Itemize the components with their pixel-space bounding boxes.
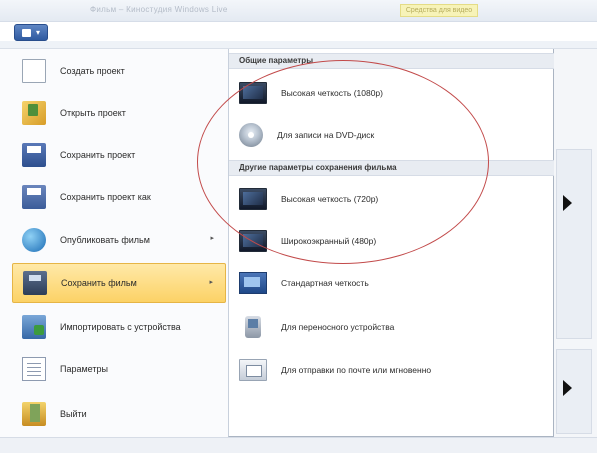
submenu-item-label: Для переносного устройства bbox=[281, 322, 395, 332]
save-project-icon bbox=[22, 143, 46, 167]
monitor-icon bbox=[239, 82, 267, 104]
play-arrow-icon bbox=[563, 195, 572, 211]
background-panel bbox=[556, 349, 592, 434]
submenu-item-portable-device[interactable]: Для переносного устройства bbox=[229, 307, 554, 347]
title-bar: Фильм – Киностудия Windows Live Средства… bbox=[0, 0, 597, 22]
menu-item-exit[interactable]: Выйти bbox=[12, 394, 226, 434]
submenu-item-label: Высокая четкость (720p) bbox=[281, 194, 379, 204]
document-icon bbox=[22, 29, 31, 37]
menu-item-open-project[interactable]: Открыть проект bbox=[12, 93, 226, 133]
submenu-item-label: Высокая четкость (1080p) bbox=[281, 88, 383, 98]
menu-item-label: Открыть проект bbox=[60, 108, 126, 118]
options-icon bbox=[22, 357, 46, 381]
play-arrow-icon bbox=[563, 380, 572, 396]
dvd-icon bbox=[239, 123, 263, 147]
application-menu-button[interactable]: ▾ bbox=[14, 24, 48, 41]
submenu-item-label: Широкоэкранный (480p) bbox=[281, 236, 377, 246]
menu-item-label: Сохранить проект как bbox=[60, 192, 151, 202]
background-workspace bbox=[554, 49, 597, 453]
submenu-item-label: Для записи на DVD-диск bbox=[277, 130, 375, 140]
menu-item-publish-movie[interactable]: Опубликовать фильм ▸ bbox=[12, 220, 226, 260]
save-as-icon bbox=[22, 185, 46, 209]
menu-item-label: Выйти bbox=[60, 409, 87, 419]
menu-item-save-project[interactable]: Сохранить проект bbox=[12, 135, 226, 175]
menu-item-save-movie[interactable]: Сохранить фильм ▸ bbox=[12, 263, 226, 303]
save-movie-icon bbox=[23, 271, 47, 295]
submenu-item-widescreen-480p[interactable]: Широкоэкранный (480p) bbox=[229, 221, 554, 261]
section-header-common: Общие параметры bbox=[229, 53, 554, 69]
menu-item-label: Создать проект bbox=[60, 66, 125, 76]
submenu-item-standard-definition[interactable]: Стандартная четкость bbox=[229, 263, 554, 303]
submenu-item-hd-1080p[interactable]: Высокая четкость (1080p) bbox=[229, 73, 554, 113]
menu-item-label: Опубликовать фильм bbox=[60, 235, 150, 245]
menu-item-import-from-device[interactable]: Импортировать с устройства bbox=[12, 307, 226, 347]
open-project-icon bbox=[22, 101, 46, 125]
import-icon bbox=[22, 315, 46, 339]
ribbon-strip bbox=[0, 41, 597, 49]
email-icon bbox=[239, 359, 267, 381]
menu-item-label: Импортировать с устройства bbox=[60, 322, 181, 332]
submenu-item-label: Для отправки по почте или мгновенно bbox=[281, 365, 432, 375]
application-menu: Создать проект Открыть проект Сохранить … bbox=[0, 49, 228, 453]
save-movie-submenu: Общие параметры Высокая четкость (1080p)… bbox=[228, 49, 554, 437]
chevron-down-icon: ▾ bbox=[36, 28, 41, 37]
menu-item-label: Сохранить фильм bbox=[61, 278, 137, 288]
menu-item-label: Сохранить проект bbox=[60, 150, 136, 160]
new-project-icon bbox=[22, 59, 46, 83]
menu-item-label: Параметры bbox=[60, 364, 108, 374]
submenu-item-label: Стандартная четкость bbox=[281, 278, 369, 288]
background-panel bbox=[556, 149, 592, 339]
submenu-arrow-icon: ▸ bbox=[210, 235, 214, 242]
window-title: Фильм – Киностудия Windows Live bbox=[90, 5, 228, 14]
portable-device-icon bbox=[245, 316, 261, 338]
submenu-arrow-icon: ▸ bbox=[209, 279, 213, 286]
exit-icon bbox=[22, 402, 46, 426]
menu-item-options[interactable]: Параметры bbox=[12, 349, 226, 389]
menu-item-save-project-as[interactable]: Сохранить проект как bbox=[12, 177, 226, 217]
computer-icon bbox=[239, 272, 267, 294]
monitor-icon bbox=[239, 188, 267, 210]
section-header-other: Другие параметры сохранения фильма bbox=[229, 160, 554, 176]
submenu-item-email[interactable]: Для отправки по почте или мгновенно bbox=[229, 350, 554, 390]
submenu-item-hd-720p[interactable]: Высокая четкость (720p) bbox=[229, 179, 554, 219]
contextual-tab-badge: Средства для видео bbox=[400, 4, 478, 17]
menu-item-new-project[interactable]: Создать проект bbox=[12, 51, 226, 91]
monitor-icon bbox=[239, 230, 267, 252]
status-bar bbox=[0, 437, 597, 453]
submenu-item-dvd[interactable]: Для записи на DVD-диск bbox=[229, 115, 554, 155]
globe-icon bbox=[22, 228, 46, 252]
